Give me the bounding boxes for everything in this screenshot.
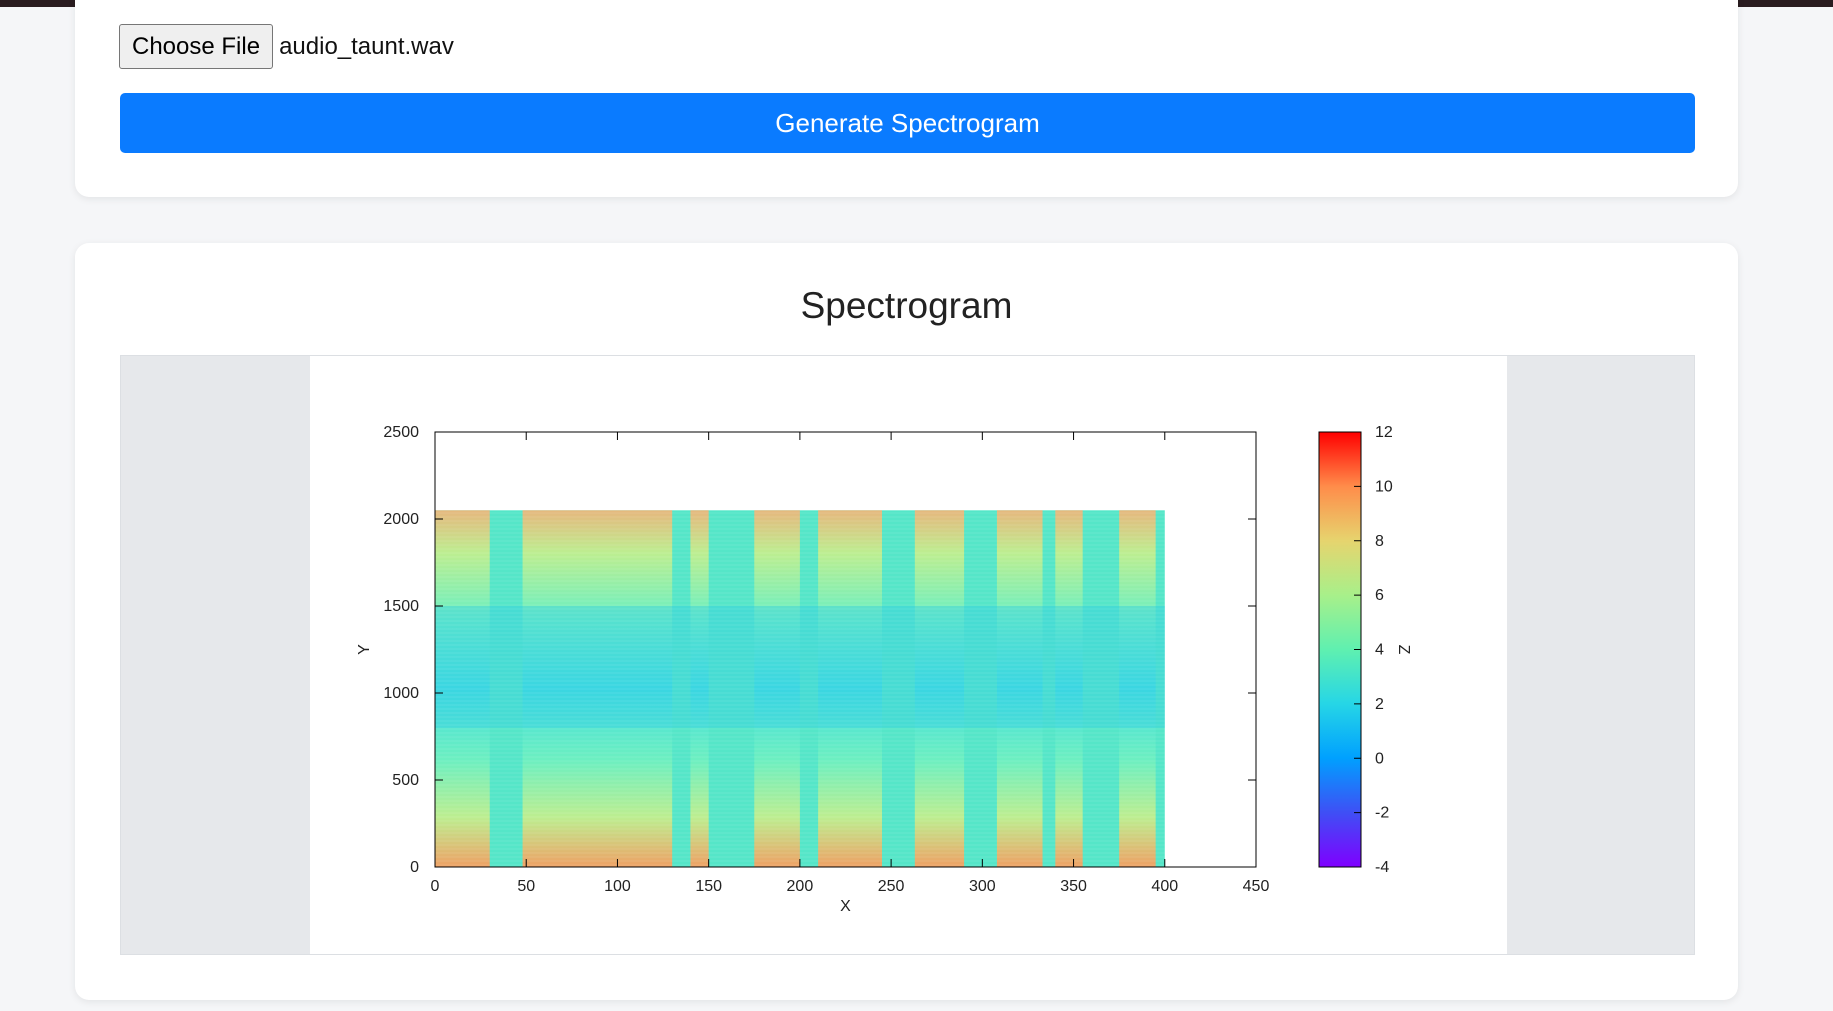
y-tick-label: 0 [410, 859, 419, 876]
selected-file-name: audio_taunt.wav [279, 32, 454, 60]
spectrogram-title: Spectrogram [800, 285, 1013, 326]
heatmap-area [435, 510, 1165, 867]
colorbar-tick-label: 0 [1375, 750, 1384, 767]
x-tick-label: 150 [695, 878, 722, 895]
x-tick-label: 250 [878, 878, 905, 895]
colorbar-label: Z [1395, 645, 1412, 655]
x-tick-label: 50 [517, 878, 535, 895]
plot-frame: 0 50 100 150 200 250 300 350 400 450 0 500 1000 1500 2… [120, 355, 1695, 955]
spectrogram-plot: 0 50 100 150 200 250 300 350 400 450 0 500 1000 1500 2… [310, 356, 1507, 954]
x-tick-label: 400 [1151, 878, 1178, 895]
colorbar-tick-label: 4 [1375, 642, 1384, 659]
x-tick-label: 200 [787, 878, 814, 895]
y-tick-label: 2500 [383, 424, 419, 441]
choose-file-button[interactable]: Choose File [119, 24, 274, 69]
x-tick-label: 100 [604, 878, 631, 895]
upload-card: Choose File audio_taunt.wav Generate Spe… [75, 0, 1738, 197]
colorbar-tick-label: 8 [1375, 533, 1384, 550]
heatmap-texture [435, 510, 1165, 867]
generate-spectrogram-button[interactable]: Generate Spectrogram [120, 93, 1695, 153]
colorbar-tick-label: 6 [1375, 587, 1384, 604]
spectrogram-chart: 0 50 100 150 200 250 300 350 400 4500500100015002… [356, 424, 1412, 915]
colorbar-tick-label: -4 [1375, 859, 1389, 876]
y-tick-label: 500 [392, 772, 419, 789]
colorbar-tick-label: 12 [1375, 424, 1393, 441]
colorbar-tick-label: 2 [1375, 696, 1384, 713]
x-tick-label: 450 [1243, 878, 1270, 895]
y-tick-label: 2000 [383, 511, 419, 528]
colorbar-tick-label: -2 [1375, 805, 1389, 822]
x-axis-label: X [840, 898, 851, 915]
x-tick-label: 350 [1060, 878, 1087, 895]
y-axis-label: Y [356, 644, 373, 655]
spectrogram-card: Spectrogram 0 50 100 150 200 250 300 350 400 450 0… [75, 243, 1738, 1000]
x-tick-label: 0 [431, 878, 440, 895]
x-tick-label: 300 [969, 878, 996, 895]
y-tick-label: 1500 [383, 598, 419, 615]
file-input-row: Choose File audio_taunt.wav [119, 24, 454, 69]
colorbar-tick-label: 10 [1375, 478, 1393, 495]
y-tick-label: 1000 [383, 685, 419, 702]
